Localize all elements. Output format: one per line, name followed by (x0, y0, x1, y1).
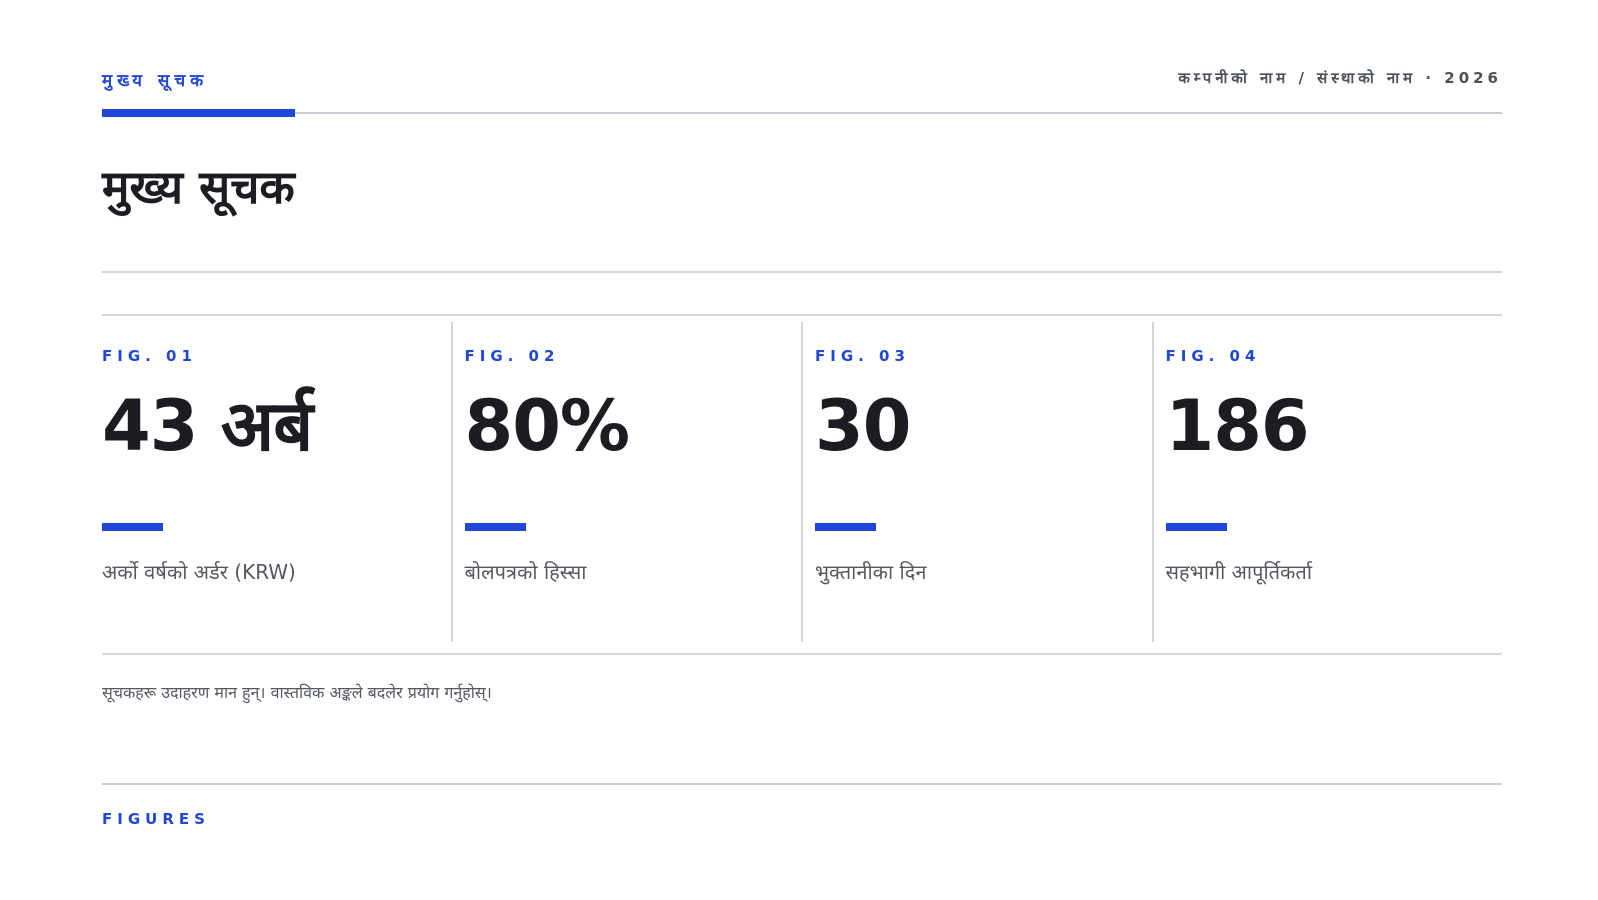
header-accent-bar (102, 109, 295, 117)
header-divider (102, 112, 1502, 114)
metric-value: 80% (464, 385, 631, 467)
metric-accent-bar (102, 523, 163, 531)
metric-caption: अर्को वर्षको अर्डर (KRW) (102, 560, 296, 584)
slide-page: मुख्य सूचक कम्पनीको नाम / संस्थाको नाम ·… (102, 0, 1502, 900)
figure-label: FIG. 02 (464, 347, 560, 365)
metric-value: 30 (815, 385, 911, 467)
figure-label: FIG. 03 (815, 347, 910, 365)
metric-value: 43 अर्ब (102, 385, 313, 467)
metric-card: FIG. 01 43 अर्ब अर्को वर्षको अर्डर (KRW) (102, 322, 453, 642)
metric-card: FIG. 04 186 सहभागी आपूर्तिकर्ता (1154, 322, 1503, 642)
metrics-top-divider (102, 314, 1502, 316)
metric-value: 186 (1165, 385, 1310, 467)
metrics-bottom-divider (102, 653, 1502, 655)
metric-accent-bar (815, 523, 876, 531)
footer-divider (102, 783, 1502, 785)
metrics-grid: FIG. 01 43 अर्ब अर्को वर्षको अर्डर (KRW)… (102, 322, 1502, 642)
title-divider (102, 271, 1502, 273)
organization-label: कम्पनीको नाम / संस्थाको नाम · 2026 (1178, 69, 1502, 87)
metric-caption: सहभागी आपूर्तिकर्ता (1165, 560, 1313, 584)
metric-accent-bar (1165, 523, 1227, 531)
footnote: सूचकहरू उदाहरण मान हुन्। वास्तविक अङ्कले… (102, 683, 492, 702)
metric-card: FIG. 03 30 भुक्तानीका दिन (803, 322, 1154, 642)
section-label: मुख्य सूचक (102, 71, 209, 91)
footer-label: FIGURES (102, 810, 210, 828)
page-title: मुख्य सूचक (102, 160, 295, 214)
metric-caption: भुक्तानीका दिन (815, 560, 927, 584)
figure-label: FIG. 01 (102, 347, 197, 365)
metric-accent-bar (464, 523, 526, 531)
metric-card: FIG. 02 80% बोलपत्रको हिस्सा (453, 322, 803, 642)
slide-header: मुख्य सूचक कम्पनीको नाम / संस्थाको नाम ·… (102, 62, 1502, 118)
metric-caption: बोलपत्रको हिस्सा (464, 560, 587, 584)
figure-label: FIG. 04 (1165, 347, 1261, 365)
